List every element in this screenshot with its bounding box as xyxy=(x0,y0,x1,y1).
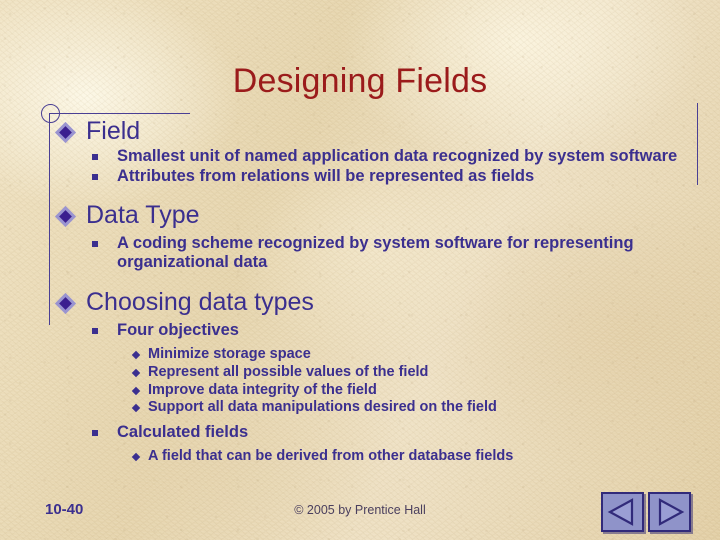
next-slide-button[interactable] xyxy=(648,492,691,532)
slide-body: Field Smallest unit of named application… xyxy=(0,118,720,466)
decorative-horizontal-rule xyxy=(50,113,190,114)
diamond-bullet-icon xyxy=(54,121,77,144)
section-heading-choosing-data-types: Choosing data types xyxy=(0,287,720,316)
section-heading-label: Field xyxy=(86,117,141,145)
bullet-item: Four objectives xyxy=(0,321,720,340)
small-diamond-bullet-icon xyxy=(131,403,141,413)
sub-bullet-item: A field that can be derived from other d… xyxy=(0,448,720,466)
square-bullet-icon xyxy=(92,328,98,334)
bullet-label: Attributes from relations will be repres… xyxy=(117,166,535,185)
section-heading-data-type: Data Type xyxy=(0,202,720,229)
square-bullet-icon xyxy=(92,173,98,180)
sub-bullet-item: Represent all possible values of the fie… xyxy=(0,364,720,382)
square-bullet-icon xyxy=(92,241,98,248)
sub-bullet-label: A field that can be derived from other d… xyxy=(148,448,514,464)
diamond-bullet-icon xyxy=(54,292,77,314)
square-bullet-icon xyxy=(92,429,98,436)
sub-bullet-item: Support all data manipulations desired o… xyxy=(0,399,720,417)
sub-bullet-label: Represent all possible values of the fie… xyxy=(148,363,429,380)
bullet-item: Calculated fields xyxy=(0,423,720,442)
presentation-slide: Designing Fields Field Smallest unit of … xyxy=(0,0,720,540)
left-arrow-icon xyxy=(607,498,634,526)
bullet-item: Attributes from relations will be repres… xyxy=(0,167,720,186)
diamond-bullet-icon xyxy=(54,205,77,227)
previous-slide-button[interactable] xyxy=(601,492,644,532)
right-arrow-icon xyxy=(658,498,685,526)
square-bullet-icon xyxy=(92,153,98,160)
bullet-label: Smallest unit of named application data … xyxy=(117,146,678,165)
bullet-label: Four objectives xyxy=(117,321,239,339)
slide-title: Designing Fields xyxy=(232,62,488,100)
sub-bullet-item: Minimize storage space xyxy=(0,346,720,364)
bullet-item: A coding scheme recognized by system sof… xyxy=(0,234,720,272)
small-diamond-bullet-icon xyxy=(131,452,141,462)
small-diamond-bullet-icon xyxy=(131,386,141,395)
section-heading-label: Data Type xyxy=(86,200,200,229)
section-heading-field: Field xyxy=(0,118,720,145)
bullet-item: Smallest unit of named application data … xyxy=(0,147,720,166)
bullet-label: A coding scheme recognized by system sof… xyxy=(117,234,634,272)
bullet-label: Calculated fields xyxy=(117,422,249,441)
sub-bullet-item: Improve data integrity of the field xyxy=(0,382,720,400)
section-heading-label: Choosing data types xyxy=(86,287,314,316)
small-diamond-bullet-icon xyxy=(131,368,141,378)
sub-bullet-label: Minimize storage space xyxy=(148,346,311,363)
sub-bullet-label: Improve data integrity of the field xyxy=(148,381,377,398)
sub-bullet-label: Support all data manipulations desired o… xyxy=(148,399,497,416)
small-diamond-bullet-icon xyxy=(131,350,141,360)
